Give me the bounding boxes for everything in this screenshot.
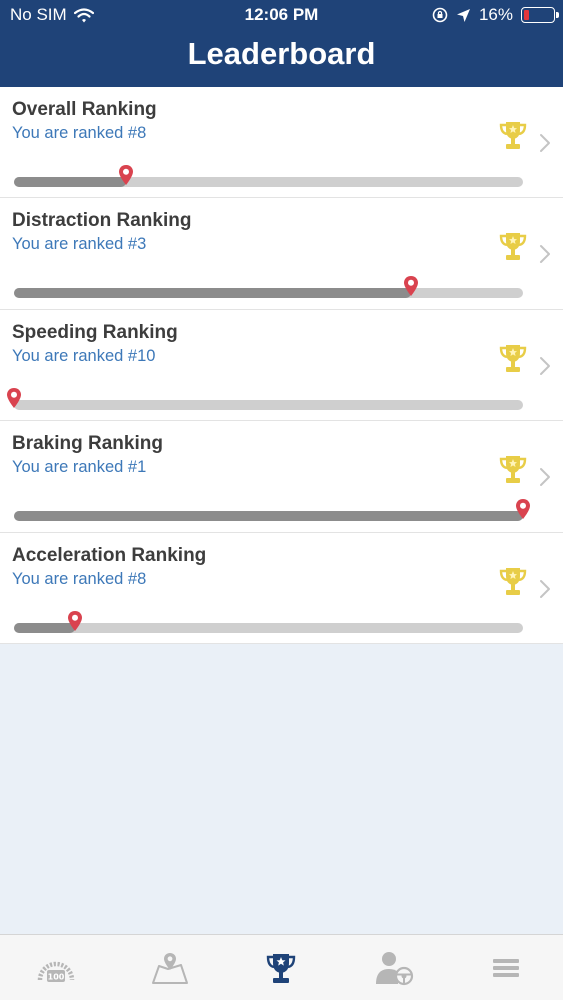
chevron-right-icon	[540, 356, 550, 375]
page-title: Leaderboard	[187, 36, 376, 71]
ranking-title: Braking Ranking	[12, 433, 163, 455]
trophy-icon	[499, 567, 527, 595]
ranking-progress-fill	[14, 177, 126, 187]
ranking-progress-fill	[14, 288, 412, 299]
ranking-subtitle: You are ranked #3	[12, 235, 147, 254]
ranking-progress-track	[14, 288, 523, 299]
ranking-title: Distraction Ranking	[12, 210, 192, 232]
status-indicators: 16%	[432, 5, 559, 25]
battery-level	[524, 10, 529, 20]
ranking-progress-track	[14, 511, 523, 522]
trophy-icon	[499, 344, 527, 372]
chevron-right-icon	[540, 134, 550, 152]
ranking-row[interactable]: Acceleration Ranking You are ranked #8	[0, 533, 563, 644]
battery-percentage: 16%	[478, 5, 513, 24]
ranking-subtitle: You are ranked #8	[12, 569, 147, 588]
map-marker-icon	[404, 276, 419, 297]
tab-menu-icon[interactable]	[484, 950, 528, 986]
ranking-row[interactable]: Speeding Ranking You are ranked #10	[0, 310, 563, 422]
ranking-title: Acceleration Ranking	[12, 544, 207, 566]
map-marker-icon	[118, 165, 133, 185]
trophy-icon	[499, 456, 527, 484]
tab-map-pin-icon[interactable]	[148, 950, 192, 986]
ranking-progress-fill	[14, 511, 523, 522]
chevron-right-icon	[540, 245, 550, 264]
ranking-progress-fill	[14, 622, 76, 633]
ranking-title: Overall Ranking	[12, 99, 157, 120]
trophy-icon	[499, 122, 527, 149]
battery-icon	[521, 7, 559, 23]
tab-bar: 100	[0, 934, 563, 1000]
ranking-list: Overall Ranking You are ranked #8 Distra…	[0, 87, 563, 644]
chevron-right-icon	[540, 579, 550, 598]
ranking-subtitle: You are ranked #1	[12, 458, 147, 477]
tab-dashboard-score-icon[interactable]: 100	[34, 950, 78, 986]
location-arrow-icon	[456, 8, 470, 22]
ranking-row[interactable]: Distraction Ranking You are ranked #3	[0, 198, 563, 310]
ranking-row[interactable]: Braking Ranking You are ranked #1	[0, 421, 563, 533]
tab-score-label: 100	[48, 973, 65, 982]
map-marker-icon	[7, 387, 21, 408]
chevron-right-icon	[540, 468, 550, 487]
ranking-title: Speeding Ranking	[12, 321, 178, 343]
status-bar: No SIM 12:06 PM 16%	[0, 0, 563, 30]
tab-driver-profile-icon[interactable]	[373, 950, 417, 986]
map-marker-icon	[516, 499, 530, 520]
ranking-progress-track	[14, 622, 523, 633]
ranking-progress-track	[14, 177, 523, 187]
ranking-subtitle: You are ranked #10	[12, 346, 156, 365]
ranking-progress-track	[14, 399, 523, 410]
ranking-subtitle: You are ranked #8	[12, 124, 147, 142]
trophy-icon	[499, 233, 527, 261]
ranking-row[interactable]: Overall Ranking You are ranked #8	[0, 87, 563, 199]
orientation-lock-icon	[432, 7, 448, 23]
map-marker-icon	[68, 610, 83, 631]
tab-trophy-icon[interactable]	[259, 950, 303, 986]
navigation-bar: No SIM 12:06 PM 16% Leaderboard	[0, 0, 563, 87]
